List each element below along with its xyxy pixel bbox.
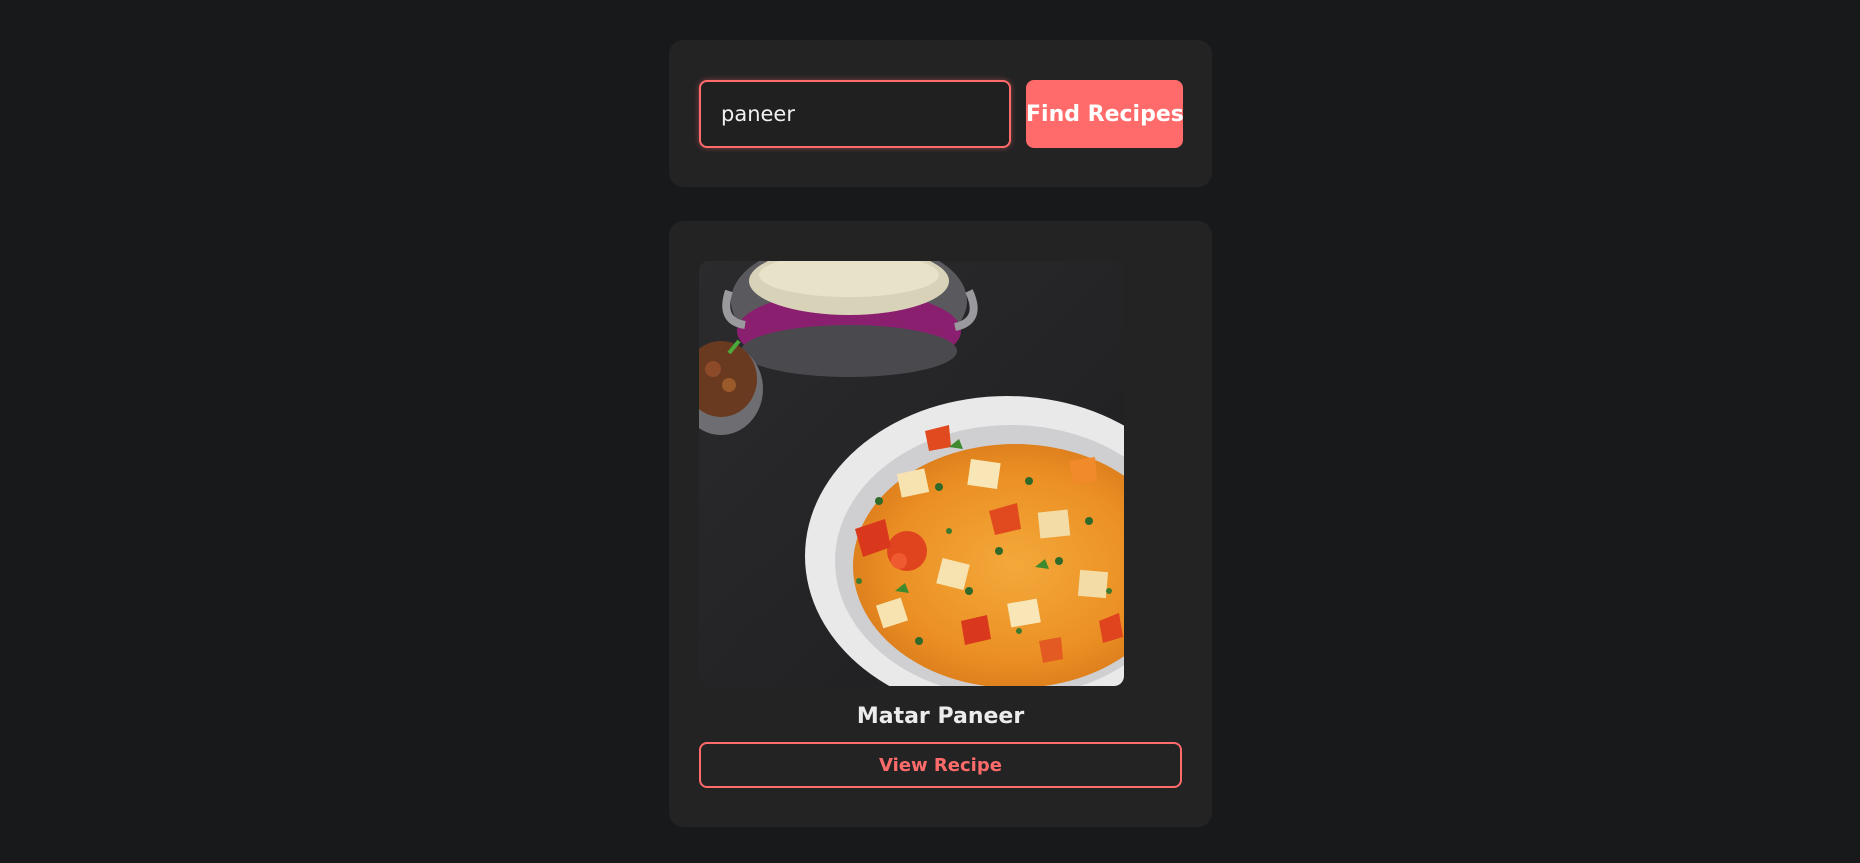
recipe-image xyxy=(699,261,1124,686)
find-recipes-button[interactable]: Find Recipes xyxy=(1026,80,1183,148)
results-card: Matar Paneer View Recipe xyxy=(669,221,1212,827)
recipe-photo xyxy=(699,261,1124,686)
recipe-title: Matar Paneer xyxy=(856,704,1025,729)
search-input[interactable] xyxy=(699,80,1011,148)
search-card: Find Recipes xyxy=(669,40,1212,187)
view-recipe-button[interactable]: View Recipe xyxy=(699,742,1182,788)
